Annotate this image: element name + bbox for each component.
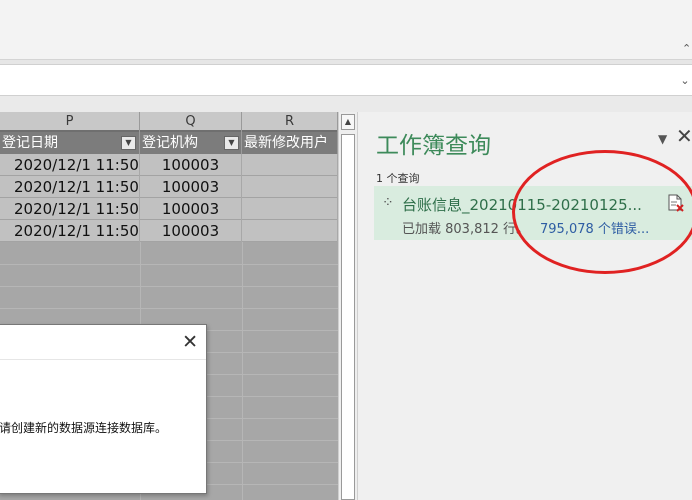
toolbar-gap	[0, 96, 692, 112]
dialog-close-icon[interactable]: ✕	[182, 331, 198, 353]
column-headers: P Q R	[0, 112, 338, 132]
pane-options-icon[interactable]: ▼	[658, 132, 667, 146]
scrollbar-thumb[interactable]	[341, 134, 355, 500]
table-row[interactable]: 2020/12/1 11:50 100003	[0, 220, 338, 242]
grid-line	[0, 286, 338, 287]
query-count: 1 个查询	[376, 172, 420, 185]
table-row[interactable]: 2020/12/1 11:50 100003	[0, 198, 338, 220]
column-header-r[interactable]: R	[242, 112, 338, 132]
header-label: 登记日期	[2, 135, 58, 151]
dialog-message: 请创建新的数据源连接数据库。	[0, 421, 168, 435]
date-cell[interactable]: 2020/12/1 11:50	[0, 154, 140, 176]
header-label: 最新修改用户	[244, 135, 328, 151]
date-cell[interactable]: 2020/12/1 11:50	[0, 198, 140, 220]
user-cell[interactable]	[242, 198, 338, 220]
user-cell[interactable]	[242, 220, 338, 242]
table-row[interactable]: 2020/12/1 11:50 100003	[0, 154, 338, 176]
ribbon: ⌃	[0, 0, 692, 60]
header-cell-register-date[interactable]: 登记日期	[0, 132, 140, 154]
dialog-divider	[0, 359, 206, 360]
ribbon-collapse-icon[interactable]: ⌃	[682, 40, 692, 58]
grid-line	[0, 264, 338, 265]
filter-dropdown-icon[interactable]: ▼	[121, 136, 136, 150]
table-header-row: 登记日期 ▼ 登记机构 ▼ 最新修改用户	[0, 132, 338, 154]
user-cell[interactable]	[242, 154, 338, 176]
pane-close-icon[interactable]: ✕	[676, 124, 692, 148]
org-cell[interactable]: 100003	[140, 220, 242, 242]
query-load-status: 已加载 803,812 行。	[402, 222, 530, 237]
formula-bar[interactable]: ⌄	[0, 64, 692, 96]
header-cell-last-modified-user[interactable]: 最新修改用户	[242, 132, 338, 154]
org-cell[interactable]: 100003	[140, 176, 242, 198]
column-header-p[interactable]: P	[0, 112, 140, 132]
column-header-q[interactable]: Q	[140, 112, 242, 132]
user-cell[interactable]	[242, 176, 338, 198]
scroll-up-icon[interactable]: ▲	[341, 114, 355, 130]
date-cell[interactable]: 2020/12/1 11:50	[0, 176, 140, 198]
formula-bar-expand-icon[interactable]: ⌄	[678, 73, 692, 89]
grid-line	[242, 242, 243, 500]
filter-dropdown-icon[interactable]: ▼	[224, 136, 239, 150]
grid-line	[0, 308, 338, 309]
org-cell[interactable]: 100003	[140, 154, 242, 176]
table-row[interactable]: 2020/12/1 11:50 100003	[0, 176, 338, 198]
header-label: 登记机构	[142, 135, 198, 151]
date-cell[interactable]: 2020/12/1 11:50	[0, 220, 140, 242]
org-cell[interactable]: 100003	[140, 198, 242, 220]
vertical-scrollbar[interactable]: ▲	[338, 112, 358, 500]
pane-title: 工作簿查询	[376, 133, 491, 159]
highlight-circle	[512, 150, 692, 274]
loading-spinner-icon: ⁘	[382, 195, 394, 211]
message-dialog: ✕ 请创建新的数据源连接数据库。	[0, 324, 207, 494]
